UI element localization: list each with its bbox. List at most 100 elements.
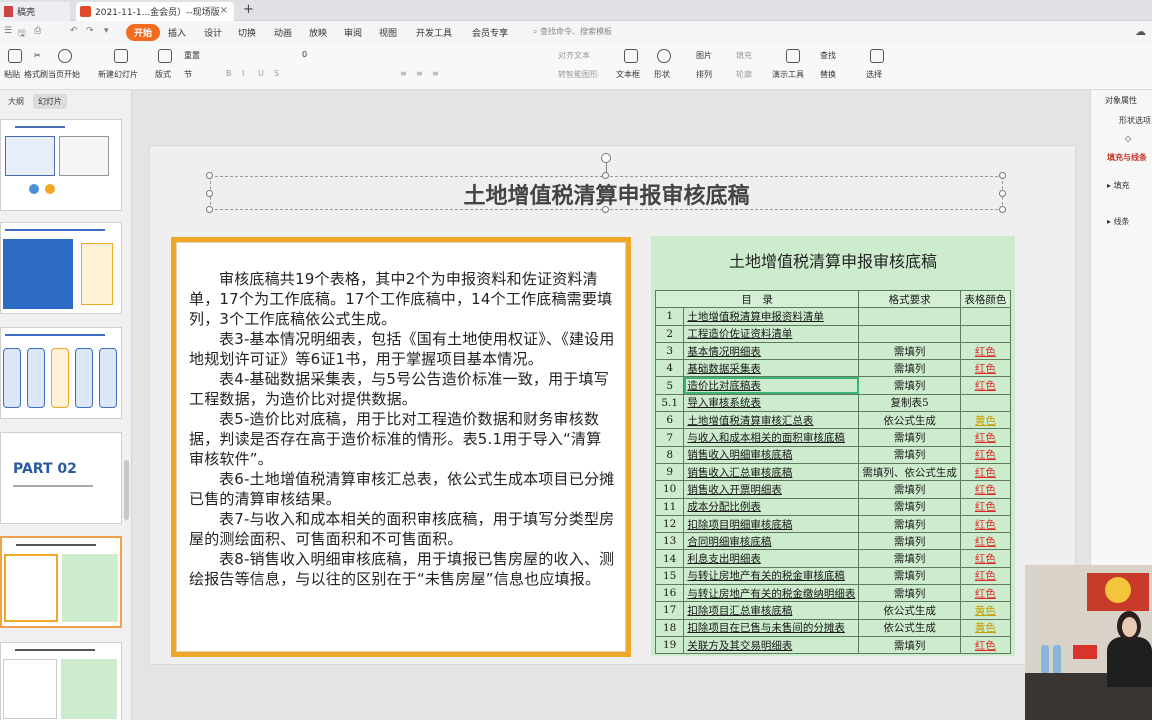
- slide-thumbnail[interactable]: [0, 119, 122, 211]
- font-size-field[interactable]: 0: [302, 50, 307, 59]
- paste-button[interactable]: 粘贴: [4, 69, 20, 80]
- row-name: 合同明细审核底稿: [683, 532, 860, 551]
- outline-button[interactable]: 轮廓: [736, 69, 752, 80]
- align-left-icon[interactable]: ≡: [400, 69, 407, 78]
- textbox-icon[interactable]: [624, 49, 638, 63]
- present-tools-button[interactable]: 演示工具: [772, 69, 804, 80]
- thumbnail-scrollbar[interactable]: [124, 460, 129, 520]
- undo-icon[interactable]: ↶: [70, 26, 78, 36]
- bold-icon[interactable]: B: [226, 69, 232, 78]
- smart-graphic-button[interactable]: 转智能图形: [558, 69, 598, 80]
- replace-button[interactable]: 替换: [820, 69, 836, 80]
- slide-thumbnail[interactable]: [0, 222, 122, 314]
- cloud-icon[interactable]: ☁: [1135, 25, 1146, 38]
- new-slide-button[interactable]: 新建幻灯片: [98, 69, 138, 80]
- water-bottle: [1041, 645, 1049, 673]
- file-menu-icon[interactable]: ☰: [4, 26, 12, 36]
- fill-section-toggle[interactable]: ▸ 填充: [1107, 180, 1130, 191]
- play-icon[interactable]: [58, 49, 72, 63]
- explanation-textbox[interactable]: 审核底稿共19个表格，其中2个为申报资料和佐证资料清单，17个为工作底稿。17个…: [171, 237, 631, 657]
- print-icon[interactable]: ⎙: [34, 26, 41, 36]
- thumb-card: [75, 348, 93, 408]
- cut-icon[interactable]: ✂: [34, 51, 41, 60]
- present-tools-icon[interactable]: [786, 49, 800, 63]
- paragraph: 审核底稿共19个表格，其中2个为申报资料和佐证资料清单，17个为工作底稿。17个…: [189, 270, 613, 328]
- shape-button[interactable]: 形状: [654, 69, 670, 80]
- shape-options-tab[interactable]: 形状选项: [1119, 115, 1151, 126]
- new-tab-icon[interactable]: +: [243, 2, 254, 17]
- menu-animation[interactable]: 动画: [274, 26, 292, 39]
- menu-home[interactable]: 开始: [126, 24, 161, 41]
- search-placeholder: 查找命令、搜索模板: [540, 27, 613, 36]
- tab-presentation[interactable]: 2021-11-1...金会员）--现场版 ◻ ×: [76, 2, 234, 21]
- slide-thumbnail[interactable]: PART 02: [0, 432, 122, 524]
- table-header-row: 目 录 格式要求 表格颜色: [654, 289, 1012, 309]
- save-icon[interactable]: 🖫: [18, 26, 26, 42]
- align-text-button[interactable]: 对齐文本: [558, 50, 590, 61]
- textbox-button[interactable]: 文本框: [616, 69, 640, 80]
- paragraph: 表5-造价比对底稿，用于比对工程造价数据和财务审核数据，判读是否存在高于造价标准…: [189, 410, 602, 468]
- underline-icon[interactable]: U: [258, 69, 264, 78]
- slides-tab[interactable]: 幻灯片: [33, 94, 67, 109]
- shape-icon[interactable]: [657, 49, 671, 63]
- thumb-block: [81, 243, 113, 305]
- italic-icon[interactable]: I: [242, 69, 244, 78]
- close-icon[interactable]: ×: [220, 5, 228, 16]
- more-icon[interactable]: ▾: [104, 26, 109, 36]
- explanation-text-area: 审核底稿共19个表格，其中2个为申报资料和佐证资料清单，17个为工作底稿。17个…: [176, 242, 626, 652]
- command-search[interactable]: ⌕ 查找命令、搜索模板: [533, 26, 612, 37]
- row-format: 需填列、依公式生成: [858, 462, 961, 482]
- menu-developer[interactable]: 开发工具: [416, 26, 452, 39]
- paste-icon[interactable]: [8, 49, 22, 63]
- select-icon[interactable]: [870, 49, 884, 63]
- align-center-icon[interactable]: ≡: [416, 69, 423, 78]
- outline-tab[interactable]: 大纲: [8, 96, 24, 107]
- layout-icon[interactable]: [158, 49, 172, 63]
- menu-insert[interactable]: 插入: [168, 26, 186, 39]
- find-button[interactable]: 查找: [820, 50, 836, 61]
- table-row: 16 与转让房地产有关的税金缴纳明细表 需填列 红色: [654, 584, 1012, 603]
- layout-button[interactable]: 版式: [155, 69, 171, 80]
- format-painter-button[interactable]: 格式刷: [24, 69, 48, 80]
- row-color: 黄色: [959, 411, 1012, 430]
- fill-and-line-tab[interactable]: 填充与线条: [1107, 152, 1147, 163]
- align-right-icon[interactable]: ≡: [432, 69, 439, 78]
- slide-thumbnail[interactable]: [0, 642, 122, 720]
- row-color: 红色: [959, 480, 1012, 499]
- select-button[interactable]: 选择: [866, 69, 882, 80]
- row-color: 红色: [959, 359, 1012, 378]
- menu-slideshow[interactable]: 放映: [309, 26, 327, 39]
- new-slide-icon[interactable]: [114, 49, 128, 63]
- fill-button[interactable]: 填充: [736, 50, 752, 61]
- audit-table-panel[interactable]: 土地增值税清算申报审核底稿 目 录 格式要求 表格颜色 1 土地增值税清算申报资料…: [651, 236, 1015, 656]
- thumb-block: [3, 659, 57, 719]
- strikethrough-icon[interactable]: S: [274, 69, 279, 78]
- row-name: 导入审核系统表: [683, 393, 860, 413]
- row-format: 需填列: [858, 635, 961, 655]
- row-name: 土地增值税清算申报资料清单: [683, 307, 860, 326]
- paragraph: 表4-基础数据采集表，与5号公告造价标准一致，用于填写工程数据，为造价比对提供数…: [189, 370, 609, 408]
- line-section-toggle[interactable]: ▸ 线条: [1107, 216, 1130, 227]
- section-button[interactable]: 节: [184, 69, 192, 80]
- row-number: 17: [654, 601, 685, 620]
- pin-icon[interactable]: ◻: [209, 5, 216, 15]
- menu-member[interactable]: 会员专享: [472, 26, 508, 39]
- row-number: 5: [654, 376, 685, 395]
- rotate-handle[interactable]: [601, 153, 611, 163]
- play-from-current-button[interactable]: 当页开始: [48, 69, 80, 80]
- tab-draft[interactable]: 稿壳: [0, 2, 70, 21]
- reset-button[interactable]: 重置: [184, 50, 200, 61]
- arrange-button[interactable]: 排列: [696, 69, 712, 80]
- app-window: 稿壳 2021-11-1...金会员）--现场版 ◻ × + ☰ 🖫 ⎙ ↶ ↷…: [0, 0, 1152, 720]
- row-format: 复制表5: [858, 393, 961, 413]
- slide-thumbnail[interactable]: [0, 327, 122, 419]
- slide-thumbnail-selected[interactable]: [0, 536, 122, 628]
- menu-view[interactable]: 视图: [379, 26, 397, 39]
- fill-line-icon[interactable]: ◇: [1125, 134, 1131, 143]
- menu-review[interactable]: 审阅: [344, 26, 362, 39]
- picture-button[interactable]: 图片: [696, 50, 712, 61]
- menu-design[interactable]: 设计: [204, 26, 222, 39]
- redo-icon[interactable]: ↷: [86, 26, 94, 36]
- menu-transition[interactable]: 切换: [238, 26, 256, 39]
- slide-title[interactable]: 土地增值税清算申报审核底稿: [210, 178, 1003, 210]
